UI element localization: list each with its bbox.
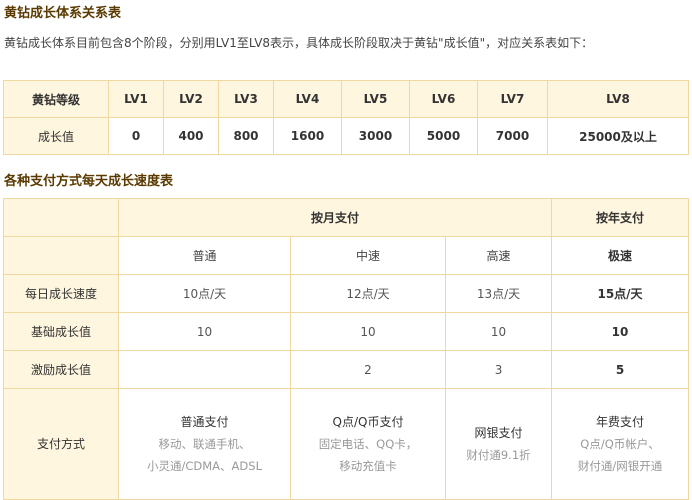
empty-corner-cell (3, 198, 119, 237)
table-row: 基础成长值 10 10 10 10 (3, 312, 689, 351)
tier-high: 高速 (444, 236, 553, 275)
page-title: 黄钻成长体系关系表 (4, 6, 122, 21)
table-cell: 10点/天 (118, 274, 291, 313)
growth-value-cell: 0 (108, 117, 164, 155)
row-label: 每日成长速度 (3, 274, 119, 313)
table-cell (118, 350, 291, 389)
table-row: 每日成长速度 10点/天 12点/天 13点/天 15点/天 (3, 274, 689, 313)
table-cell: 3 (444, 350, 553, 389)
payment-method-detail: 移动充值卡 (339, 459, 397, 473)
table-cell: 2 (290, 350, 446, 389)
payment-method-row: 支付方式 普通支付 移动、联通手机、 小灵通/CDMA、ADSL Q点/Q币支付… (3, 388, 689, 500)
growth-value-label: 成长值 (3, 117, 109, 155)
payment-method-title: 普通支付 (180, 415, 229, 429)
monthly-header: 按月支付 (117, 198, 553, 237)
row-label: 支付方式 (3, 388, 119, 500)
payment-method-detail: 固定电话、QQ卡， (318, 437, 418, 451)
payment-method-cell: 年费支付 Q点/Q币帐户、 财付通/网银开通 (551, 388, 689, 500)
growth-value-row: 成长值 0 400 800 1600 3000 5000 7000 25000及… (3, 117, 689, 155)
tier-extreme: 极速 (551, 236, 689, 275)
table-cell: 13点/天 (444, 274, 553, 313)
growth-value-cell: 800 (218, 117, 274, 155)
growth-value-cell: 7000 (477, 117, 548, 155)
level-header-label: 黄钻等级 (3, 80, 109, 118)
level-cell: LV4 (273, 80, 342, 118)
table-cell: 15点/天 (551, 274, 689, 313)
growth-value-cell: 3000 (341, 117, 410, 155)
payment-header-row: 按月支付 按年支付 (3, 198, 689, 237)
table-cell: 5 (551, 350, 689, 389)
payment-method-cell: Q点/Q币支付 固定电话、QQ卡， 移动充值卡 (290, 388, 446, 500)
payment-method-title: 年费支付 (596, 415, 645, 429)
growth-value-cell: 400 (163, 117, 219, 155)
intro-text: 黄钻成长体系目前包含8个阶段，分别用LV1至LV8表示，具体成长阶段取决于黄钻"… (4, 36, 594, 50)
table-cell: 10 (444, 312, 553, 351)
table-cell: 10 (551, 312, 689, 351)
empty-label-cell (3, 236, 119, 275)
section-title: 各种支付方式每天成长速度表 (4, 174, 174, 189)
yearly-header: 按年支付 (551, 198, 689, 237)
row-label: 激励成长值 (3, 350, 119, 389)
payment-method-title: 网银支付 (474, 426, 523, 440)
table-cell: 10 (290, 312, 446, 351)
row-label: 基础成长值 (3, 312, 119, 351)
growth-value-cell: 25000及以上 (547, 117, 689, 155)
level-cell: LV8 (547, 80, 689, 118)
speed-tier-row: 普通 中速 高速 极速 (3, 236, 689, 275)
payment-method-cell: 普通支付 移动、联通手机、 小灵通/CDMA、ADSL (118, 388, 291, 500)
level-table: 黄钻等级 LV1 LV2 LV3 LV4 LV5 LV6 LV7 LV8 成长值… (3, 80, 689, 155)
payment-method-detail: 移动、联通手机、 (158, 437, 251, 451)
level-cell: LV6 (409, 80, 478, 118)
payment-method-cell: 网银支付 财付通9.1折 (444, 388, 553, 500)
level-header-row: 黄钻等级 LV1 LV2 LV3 LV4 LV5 LV6 LV7 LV8 (3, 80, 689, 118)
level-cell: LV3 (218, 80, 274, 118)
growth-value-cell: 5000 (409, 117, 478, 155)
table-cell: 10 (118, 312, 291, 351)
table-row: 激励成长值 2 3 5 (3, 350, 689, 389)
level-cell: LV7 (477, 80, 548, 118)
level-cell: LV5 (341, 80, 410, 118)
payment-method-detail: Q点/Q币帐户、 (580, 437, 660, 451)
level-cell: LV2 (163, 80, 219, 118)
speed-table: 按月支付 按年支付 普通 中速 高速 极速 每日成长速度 10点/天 12点/天… (3, 198, 689, 500)
tier-normal: 普通 (118, 236, 291, 275)
payment-method-detail: 财付通/网银开通 (577, 459, 663, 473)
growth-value-cell: 1600 (273, 117, 342, 155)
tier-medium: 中速 (290, 236, 446, 275)
payment-method-detail: 小灵通/CDMA、ADSL (147, 459, 262, 473)
table-cell: 12点/天 (290, 274, 446, 313)
payment-method-detail: 财付通9.1折 (466, 448, 531, 462)
payment-method-title: Q点/Q币支付 (332, 415, 404, 429)
level-cell: LV1 (108, 80, 164, 118)
